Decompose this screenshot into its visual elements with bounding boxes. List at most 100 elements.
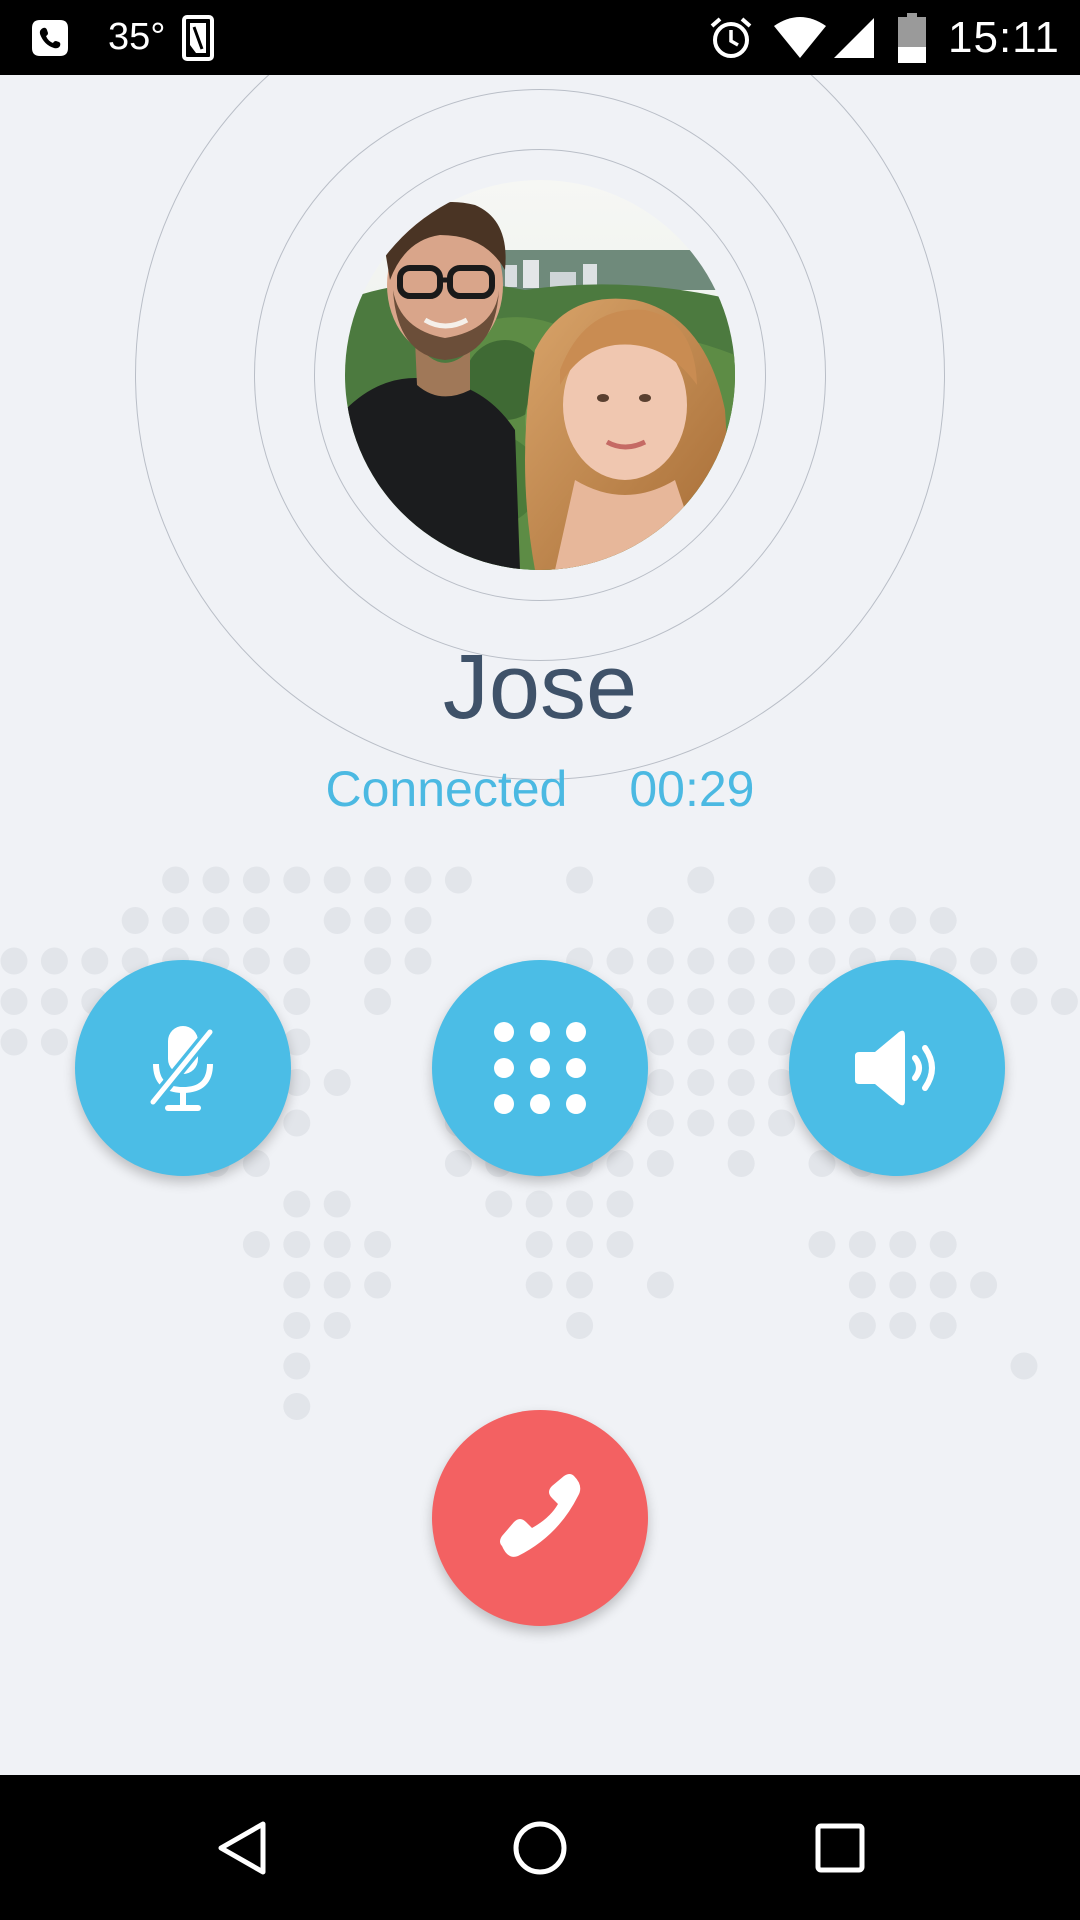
map-dot [404, 947, 432, 975]
map-dot [970, 1271, 998, 1299]
map-dot [364, 907, 392, 934]
map-dot [606, 1190, 634, 1218]
speaker-button[interactable] [789, 960, 1005, 1176]
map-dot [646, 1271, 674, 1299]
map-dot [566, 1271, 594, 1299]
map-dot [364, 1271, 392, 1299]
map-dot [162, 866, 190, 894]
map-dot [283, 1231, 311, 1258]
map-dot [323, 1190, 351, 1218]
dialpad-icon [494, 1022, 586, 1114]
map-dot [606, 1150, 634, 1177]
map-dot [566, 1312, 594, 1339]
map-dot [808, 866, 836, 894]
map-dot [162, 907, 190, 934]
navigation-bar [0, 1775, 1080, 1920]
map-dot [0, 988, 28, 1015]
sim-card-icon [182, 0, 214, 75]
caller-name: Jose [442, 636, 638, 738]
map-dot [687, 988, 715, 1015]
map-dot [242, 947, 270, 975]
map-dot [242, 866, 270, 894]
clock-text: 15:11 [948, 12, 1060, 62]
map-dot [727, 947, 755, 975]
map-dot [40, 1028, 68, 1056]
cell-signal-icon [832, 0, 876, 75]
map-dot [808, 907, 836, 934]
recents-button[interactable] [770, 1775, 910, 1920]
map-dot [929, 1312, 957, 1339]
map-dot [283, 1352, 311, 1380]
map-dot [404, 907, 432, 934]
map-dot [646, 907, 674, 934]
map-dot [323, 1069, 351, 1096]
map-dot [646, 988, 674, 1015]
map-dot [283, 1393, 311, 1420]
map-dot [525, 1190, 553, 1218]
map-dot [323, 1231, 351, 1258]
map-dot [525, 1271, 553, 1299]
map-dot [566, 1190, 594, 1218]
map-dot [646, 1109, 674, 1137]
map-dot [727, 1109, 755, 1137]
map-dot [323, 1312, 351, 1339]
map-dot [121, 907, 149, 934]
dialpad-button[interactable] [432, 960, 648, 1176]
map-dot [848, 907, 876, 934]
map-dot [485, 1190, 513, 1218]
map-dot [40, 947, 68, 975]
map-dot [687, 1109, 715, 1137]
wifi-icon [772, 0, 828, 75]
map-dot [646, 1150, 674, 1177]
map-dot [323, 907, 351, 934]
home-button[interactable] [470, 1775, 610, 1920]
mute-button[interactable] [75, 960, 291, 1176]
map-dot [606, 1231, 634, 1258]
map-dot [646, 1069, 674, 1096]
end-call-phone-icon [500, 1474, 581, 1557]
map-dot [1010, 988, 1038, 1015]
map-dot [242, 907, 270, 934]
home-icon [513, 1821, 567, 1874]
status-bar: 35° 15:11 [0, 0, 1080, 75]
map-dot [364, 866, 392, 894]
map-dot [1010, 1352, 1038, 1380]
map-dot [768, 988, 796, 1015]
map-dot [566, 866, 594, 894]
map-dot [364, 988, 392, 1015]
map-dot [202, 866, 230, 894]
map-dot [444, 1150, 472, 1177]
end-call-button[interactable] [432, 1410, 648, 1626]
temperature-indicator: 35° [108, 0, 165, 75]
map-dot [283, 988, 311, 1015]
map-dot [848, 1271, 876, 1299]
map-dot [808, 1231, 836, 1258]
map-dot [202, 907, 230, 934]
back-icon [218, 1821, 266, 1874]
clock: 15:11 [948, 0, 1060, 75]
map-dot [687, 1028, 715, 1056]
map-dot [606, 947, 634, 975]
map-dot [283, 947, 311, 975]
map-dot [566, 1231, 594, 1258]
map-dot [364, 947, 392, 975]
map-dot [0, 947, 28, 975]
map-dot [404, 866, 432, 894]
map-dot [929, 1271, 957, 1299]
call-area: Jose Connected 00:29 [0, 75, 1080, 1775]
call-status: Connected 00:29 [0, 760, 1080, 818]
map-dot [1050, 988, 1078, 1015]
map-dot [929, 907, 957, 934]
connection-status: Connected [325, 761, 568, 817]
speaker-icon [855, 1030, 935, 1106]
map-dot [283, 1312, 311, 1339]
caller-avatar [345, 180, 735, 570]
map-dot [970, 947, 998, 975]
map-dot [727, 988, 755, 1015]
map-dot [283, 1271, 311, 1299]
map-dot [687, 866, 715, 894]
map-dot [81, 947, 109, 975]
alarm-clock-icon [708, 0, 754, 75]
back-button[interactable] [171, 1775, 311, 1920]
map-dot [646, 947, 674, 975]
